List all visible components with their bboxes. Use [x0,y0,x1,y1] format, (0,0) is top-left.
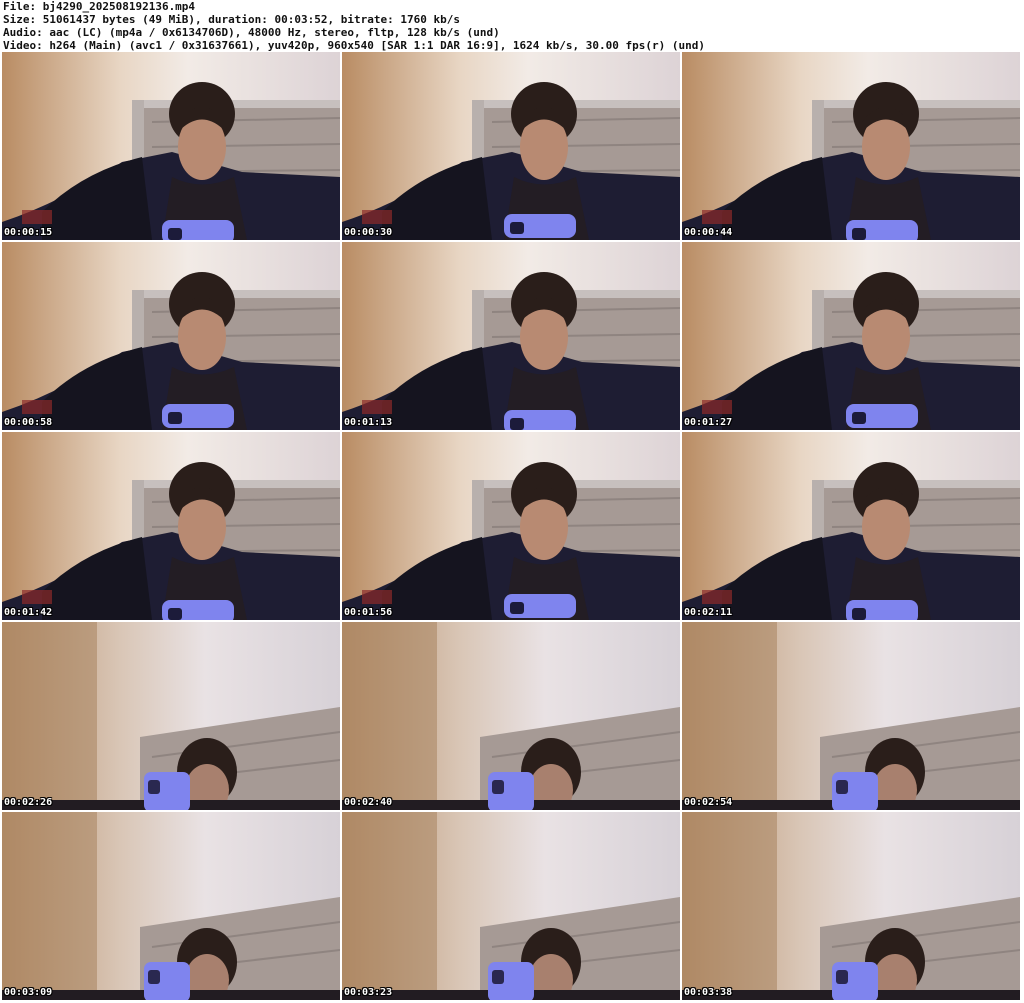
thumbnail-timestamp: 00:02:26 [4,797,53,808]
video-thumbnail: 00:00:44 [682,52,1020,240]
file-info-header: File: bj4290_202508192136.mp4 Size: 5106… [3,0,1021,52]
video-thumbnail: 00:00:30 [342,52,680,240]
thumbnail-frame-image [2,52,340,240]
file-name-line: File: bj4290_202508192136.mp4 [3,0,196,13]
thumbnail-timestamp: 00:00:15 [4,227,53,238]
video-thumbnail: 00:01:42 [2,432,340,620]
thumbnail-timestamp: 00:01:42 [4,607,53,618]
thumbnail-frame-image [682,242,1020,430]
video-info-line: Video: h264 (Main) (avc1 / 0x31637661), … [3,39,705,52]
video-thumbnail: 00:03:38 [682,812,1020,1000]
file-size-line: Size: 51061437 bytes (49 MiB), duration:… [3,13,460,26]
thumbnail-timestamp: 00:03:38 [684,987,733,998]
thumbnail-timestamp: 00:02:40 [344,797,393,808]
video-thumbnail: 00:00:15 [2,52,340,240]
video-thumbnail: 00:02:54 [682,622,1020,810]
thumbnail-timestamp: 00:01:13 [344,417,393,428]
thumbnail-frame-image [342,622,680,810]
video-thumbnail: 00:00:58 [2,242,340,430]
thumbnail-frame-image [682,432,1020,620]
thumbnail-timestamp: 00:00:44 [684,227,733,238]
video-thumbnail: 00:03:23 [342,812,680,1000]
video-thumbnail: 00:03:09 [2,812,340,1000]
thumbnail-timestamp: 00:02:11 [684,607,733,618]
video-thumbnail: 00:01:13 [342,242,680,430]
thumbnail-timestamp: 00:02:54 [684,797,733,808]
thumbnail-frame-image [2,432,340,620]
thumbnail-frame-image [682,812,1020,1000]
thumbnail-frame-image [342,432,680,620]
thumbnail-timestamp: 00:00:58 [4,417,53,428]
video-thumbnail: 00:01:27 [682,242,1020,430]
thumbnail-frame-image [682,52,1020,240]
thumbnail-timestamp: 00:01:27 [684,417,733,428]
thumbnail-frame-image [342,242,680,430]
thumbnail-grid: 00:00:15 00:00:30 00:00:44 00:00:58 00:0… [2,52,1022,1002]
video-thumbnail: 00:02:26 [2,622,340,810]
thumbnail-frame-image [2,812,340,1000]
thumbnail-timestamp: 00:01:56 [344,607,393,618]
thumbnail-timestamp: 00:03:23 [344,987,393,998]
thumbnail-frame-image [2,242,340,430]
video-thumbnail: 00:02:11 [682,432,1020,620]
thumbnail-frame-image [682,622,1020,810]
thumbnail-frame-image [2,622,340,810]
thumbnail-timestamp: 00:00:30 [344,227,393,238]
audio-info-line: Audio: aac (LC) (mp4a / 0x6134706D), 480… [3,26,500,39]
video-thumbnail: 00:02:40 [342,622,680,810]
thumbnail-frame-image [342,52,680,240]
thumbnail-frame-image [342,812,680,1000]
video-thumbnail: 00:01:56 [342,432,680,620]
thumbnail-timestamp: 00:03:09 [4,987,53,998]
